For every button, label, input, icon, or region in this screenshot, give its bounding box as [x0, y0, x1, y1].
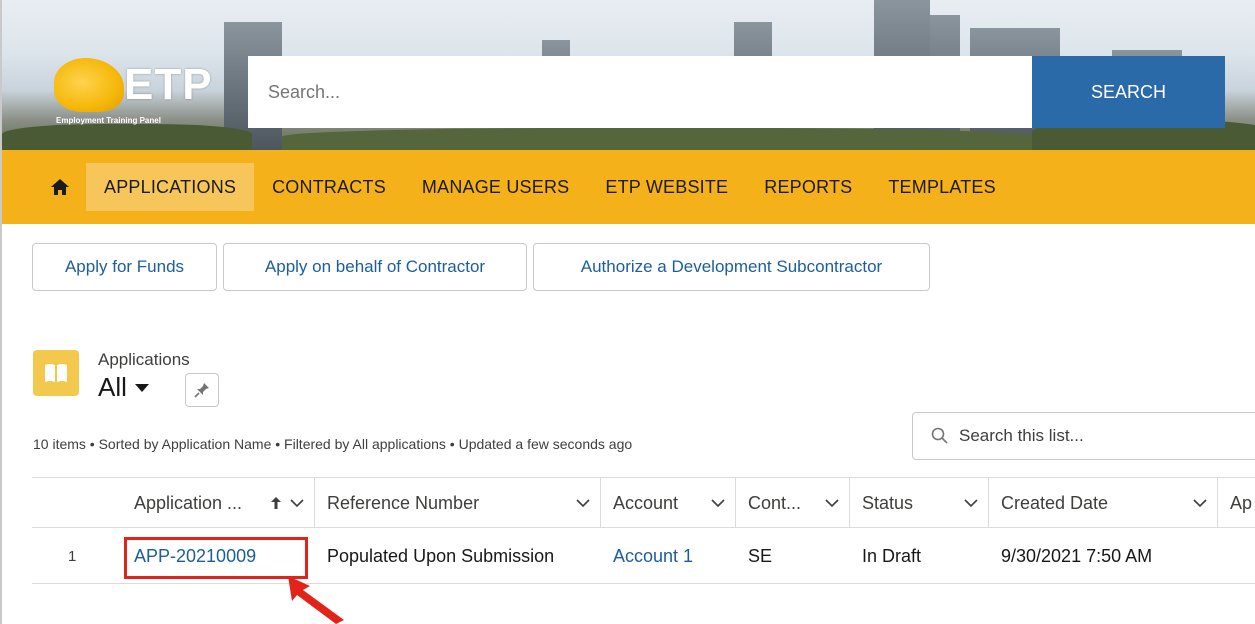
logo-text: ETP: [124, 60, 213, 109]
list-search-placeholder: Search this list...: [959, 426, 1084, 445]
applications-object-icon: [33, 350, 79, 396]
created-date-cell: 9/30/2021 7:50 AM: [1001, 545, 1153, 566]
reference-number-cell: Populated Upon Submission: [327, 545, 555, 566]
authorize-subcontractor-button[interactable]: Authorize a Development Subcontractor: [533, 243, 930, 291]
home-icon: [51, 179, 69, 195]
nav-reports[interactable]: REPORTS: [746, 163, 870, 211]
list-view-name: All: [98, 372, 127, 402]
account-link[interactable]: Account 1: [601, 528, 736, 584]
global-search-input[interactable]: [248, 56, 1032, 128]
pin-list-button[interactable]: [185, 373, 219, 407]
col-account[interactable]: Account: [601, 478, 736, 528]
nav-templates[interactable]: TEMPLATES: [870, 163, 1014, 211]
chevron-down-icon[interactable]: [964, 494, 978, 512]
nav-applications[interactable]: APPLICATIONS: [86, 163, 255, 211]
sort-up-arrow-icon: [271, 497, 281, 509]
search-button[interactable]: SEARCH: [1032, 56, 1225, 128]
pin-icon: [194, 383, 209, 398]
col-application-name[interactable]: Application ...: [122, 478, 315, 528]
chevron-down-icon[interactable]: [1193, 494, 1207, 512]
chevron-down-icon[interactable]: [576, 494, 590, 512]
row-number: 1: [68, 547, 77, 565]
header-banner: ETP Employment Training Panel SEARCH: [2, 0, 1255, 150]
col-created-date[interactable]: Created Date: [989, 478, 1218, 528]
search-icon: [931, 427, 948, 444]
etp-logo[interactable]: ETP Employment Training Panel: [54, 58, 212, 130]
apply-on-behalf-button[interactable]: Apply on behalf of Contractor: [223, 243, 527, 291]
list-view-selector[interactable]: All: [98, 372, 149, 403]
list-meta-info: 10 items • Sorted by Application Name • …: [33, 436, 633, 452]
nav-etp-website[interactable]: ETP WEBSITE: [587, 163, 746, 211]
chevron-down-icon[interactable]: [825, 494, 839, 512]
applications-table: Application ... Reference Number Account…: [32, 477, 1255, 584]
nav-home[interactable]: [42, 163, 78, 211]
chevron-down-icon[interactable]: [711, 494, 725, 512]
col-label: Reference Number: [327, 492, 480, 513]
table-row: 1 APP-20210009 Populated Upon Submission…: [32, 528, 1255, 584]
col-label: Status: [862, 492, 914, 513]
col-row-number: [32, 478, 122, 528]
col-approval[interactable]: Ap: [1218, 478, 1255, 528]
caret-down-icon: [134, 383, 149, 392]
col-label: Cont...: [748, 492, 802, 513]
contract-cell: SE: [748, 545, 773, 566]
col-status[interactable]: Status: [850, 478, 989, 528]
col-label: Account: [613, 492, 679, 513]
nav-contracts[interactable]: CONTRACTS: [254, 163, 404, 211]
list-object-label: Applications: [98, 350, 190, 369]
col-label: Ap: [1230, 492, 1253, 513]
table-header: Application ... Reference Number Account…: [32, 477, 1255, 528]
main-nav: APPLICATIONS CONTRACTS MANAGE USERS ETP …: [2, 150, 1255, 224]
highlight-box: [124, 537, 308, 579]
bear-logo-icon: [54, 58, 124, 112]
nav-manage-users[interactable]: MANAGE USERS: [404, 163, 587, 211]
book-icon: [45, 364, 67, 382]
apply-for-funds-button[interactable]: Apply for Funds: [32, 243, 217, 291]
col-contract[interactable]: Cont...: [736, 478, 850, 528]
col-label: Created Date: [1001, 492, 1109, 513]
annotation-arrow-icon: [288, 576, 344, 624]
chevron-down-icon[interactable]: [290, 494, 304, 512]
status-cell: In Draft: [862, 545, 922, 566]
list-search-input[interactable]: Search this list...: [912, 412, 1255, 460]
page-frame: ETP Employment Training Panel SEARCH APP…: [0, 0, 1255, 624]
col-label: Application ...: [134, 492, 243, 513]
logo-subtitle: Employment Training Panel: [56, 116, 161, 125]
col-reference-number[interactable]: Reference Number: [315, 478, 601, 528]
